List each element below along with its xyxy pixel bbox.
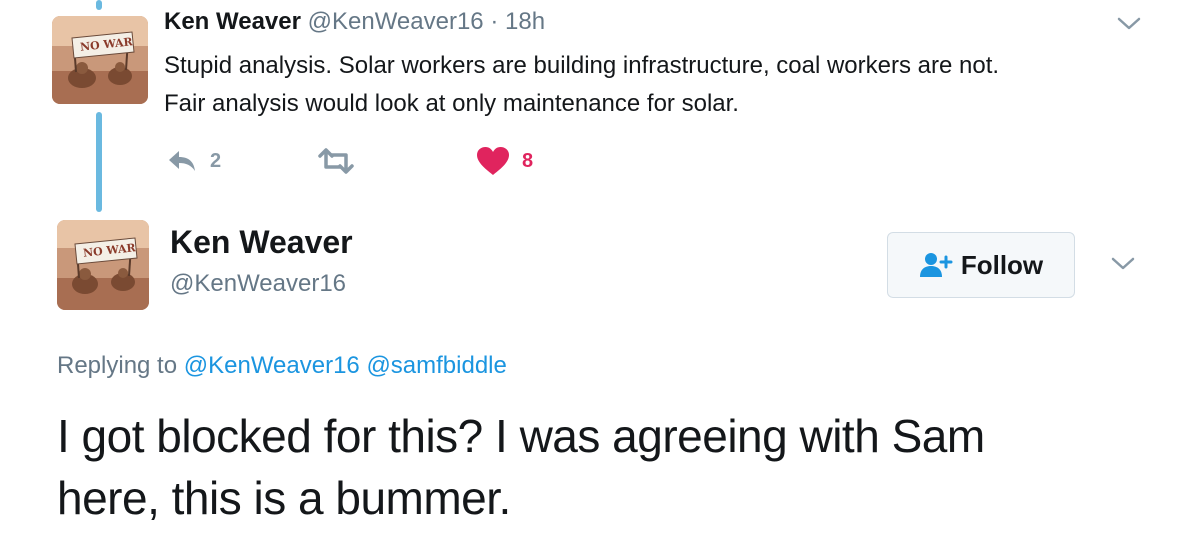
parent-tweet-header: Ken Weaver @KenWeaver16 · 18h	[164, 8, 545, 36]
replying-to-line: Replying to @KenWeaver16 @samfbiddle	[57, 352, 507, 380]
replying-to-user-link[interactable]: @samfbiddle	[366, 352, 506, 379]
main-tweet-text-line-1: I got blocked for this? I was agreeing w…	[57, 410, 985, 462]
parent-author-name[interactable]: Ken Weaver	[164, 8, 301, 35]
retweet-action[interactable]	[316, 146, 368, 176]
replying-to-user-link[interactable]: @KenWeaver16	[184, 352, 360, 379]
like-count: 8	[522, 149, 534, 172]
main-author-name[interactable]: Ken Weaver	[170, 224, 353, 261]
thread-line-top	[96, 0, 102, 10]
parent-tweet-menu-chevron-icon[interactable]	[1116, 16, 1142, 32]
time-separator: ·	[490, 8, 499, 35]
main-tweet-avatar[interactable]: NO WAR	[57, 220, 149, 310]
reply-icon	[169, 151, 195, 171]
parent-tweet-text-line-1: Stupid analysis. Solar workers are build…	[164, 52, 1000, 79]
retweet-icon	[318, 148, 354, 174]
parent-tweet-avatar[interactable]: NO WAR	[52, 16, 148, 104]
main-tweet-text-line-2: here, this is a bummer.	[57, 472, 511, 524]
follow-button-label: Follow	[960, 249, 1044, 280]
main-tweet-menu-chevron-icon[interactable]	[1110, 256, 1136, 272]
parent-tweet-text-line-2: Fair analysis would look at only mainten…	[164, 90, 739, 117]
thread-connector-line	[96, 112, 102, 212]
main-tweet-text: I got blocked for this? I was agreeing w…	[57, 405, 1177, 529]
parent-author-handle[interactable]: @KenWeaver16	[308, 8, 484, 35]
avatar-image	[52, 16, 148, 104]
like-action[interactable]: 8	[476, 146, 533, 176]
heart-icon	[477, 147, 509, 175]
reply-count: 2	[210, 149, 222, 172]
parent-tweet-time[interactable]: 18h	[505, 8, 545, 35]
parent-tweet-text: Stupid analysis. Solar workers are build…	[164, 47, 1154, 123]
add-person-icon	[919, 253, 953, 277]
replying-to-prefix: Replying to	[57, 352, 178, 379]
follow-button[interactable]: Follow	[887, 232, 1075, 298]
reply-action[interactable]: 2	[166, 146, 221, 176]
avatar-image	[57, 220, 149, 310]
main-author-handle[interactable]: @KenWeaver16	[170, 270, 346, 298]
